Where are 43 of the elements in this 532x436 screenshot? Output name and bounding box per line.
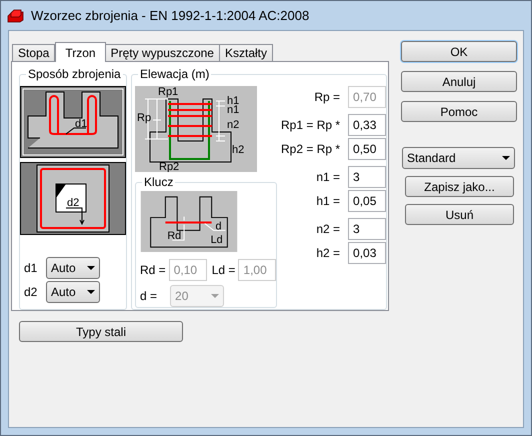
- group-title: Elewacja (m): [138, 66, 212, 82]
- field-label: Rp1 = Rp *: [281, 117, 340, 134]
- tab[interactable]: Stopa: [12, 44, 56, 61]
- input-field[interactable]: 3: [348, 218, 386, 240]
- template-button[interactable]: Zapisz jako...: [405, 176, 514, 197]
- cross-section-drawing: d2: [20, 162, 126, 235]
- field-label: h1 =: [316, 193, 340, 210]
- field-label: Ld =: [212, 262, 236, 279]
- group-title: Sposób zbrojenia: [26, 66, 123, 82]
- select-label: d2: [24, 284, 36, 301]
- window-title: Wzorzec zbrojenia - EN 1992-1-1:2004 AC:2008: [31, 6, 310, 25]
- field-label: n1 =: [316, 169, 340, 186]
- caret-icon: [211, 294, 220, 298]
- key-drawing: d Rd Ld: [140, 191, 238, 252]
- dropdown[interactable]: Auto: [46, 281, 100, 303]
- select-label: d1: [24, 260, 36, 277]
- dialog-button[interactable]: Anuluj: [401, 71, 517, 92]
- field-label: Rp =: [314, 89, 340, 106]
- input-field[interactable]: 0,03: [348, 242, 386, 264]
- field-label: d =: [140, 288, 158, 305]
- field-label: h2 =: [316, 245, 340, 262]
- section-drawing: d1: [20, 86, 126, 158]
- template-button[interactable]: Usuń: [405, 204, 514, 225]
- input-field[interactable]: 0,05: [348, 190, 386, 212]
- tab[interactable]: Trzon: [55, 42, 106, 62]
- input-field[interactable]: 0,33: [348, 114, 386, 136]
- caret-icon: [87, 290, 95, 294]
- caret-icon: [87, 266, 95, 270]
- tab[interactable]: Pręty wypuszczone: [104, 44, 220, 61]
- caret-icon: [502, 156, 510, 160]
- field-label: n2 =: [316, 221, 340, 238]
- dropdown[interactable]: Auto: [46, 257, 100, 279]
- tab[interactable]: Kształty: [218, 44, 273, 61]
- field-label: Rd =: [140, 262, 166, 279]
- input-field[interactable]: 3: [348, 166, 386, 188]
- steel-types-button[interactable]: Typy stali: [19, 321, 183, 342]
- dialog-button[interactable]: OK: [401, 41, 517, 62]
- stacked-blocks-icon: [7, 8, 25, 22]
- elevation-drawing: Rp1 Rp Rp2 h1 n1 n2 h2: [135, 86, 257, 172]
- field-label: Rp2 = Rp *: [281, 141, 340, 158]
- input-field[interactable]: 0,50: [348, 138, 386, 160]
- dialog-button[interactable]: Pomoc: [401, 101, 517, 122]
- dropdown[interactable]: Standard: [402, 147, 515, 169]
